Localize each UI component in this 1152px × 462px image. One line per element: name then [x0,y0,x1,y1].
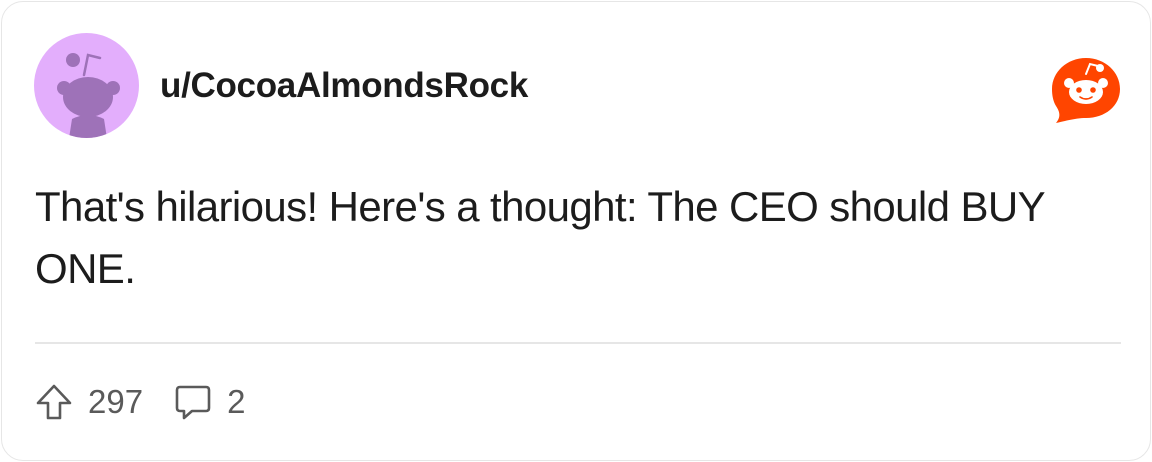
snoo-avatar-icon [57,53,120,138]
comment-bubble-icon[interactable] [173,382,213,422]
comment-button[interactable]: 2 [173,382,245,422]
reddit-logo-icon [1052,58,1120,123]
username[interactable]: u/CocoaAlmondsRock [160,66,528,106]
upvote-count: 297 [88,383,144,420]
comment-card: u/CocoaAlmondsRock That's hilarious! Her… [1,1,1151,461]
upvote-arrow-icon[interactable] [34,382,74,422]
action-bar: 297 2 [34,380,245,424]
avatar[interactable] [34,33,139,138]
divider [35,342,1121,344]
comment-count: 2 [227,383,246,420]
reddit-logo [1048,54,1124,124]
comment-text: That's hilarious! Here's a thought: The … [35,183,1045,292]
upvote-button[interactable]: 297 [34,382,143,422]
